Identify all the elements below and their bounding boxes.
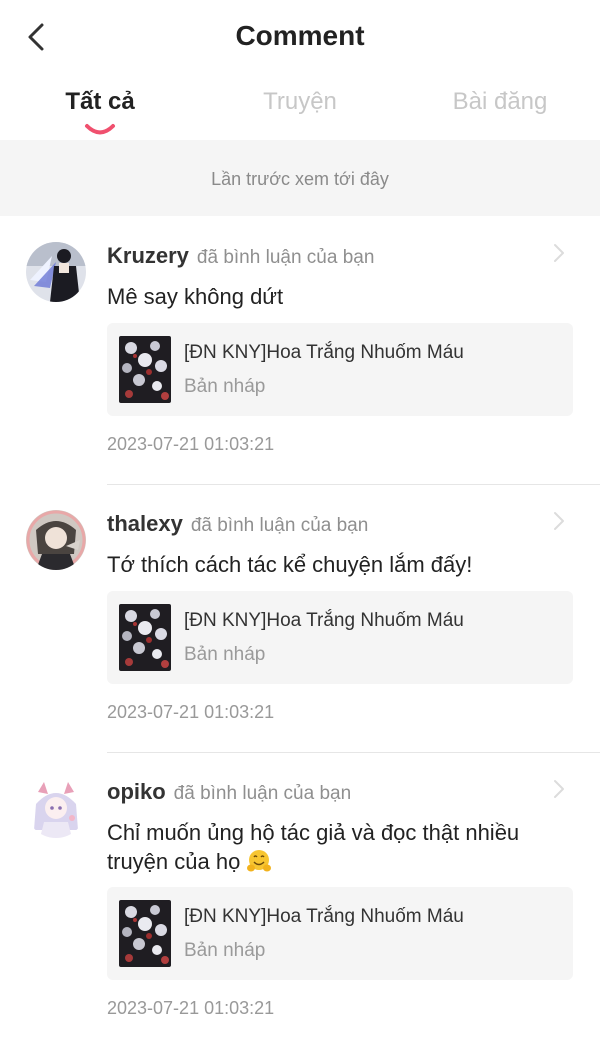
story-card[interactable]: [ĐN KNY]Hoa Trắng Nhuốm Máu Bản nháp bbox=[107, 591, 573, 684]
tab-all[interactable]: Tất cả bbox=[0, 88, 200, 116]
story-cover-image bbox=[119, 900, 171, 967]
comment-text: Chỉ muốn ủng hộ tác giả và đọc thật nhiề… bbox=[107, 820, 520, 874]
story-title: [ĐN KNY]Hoa Trắng Nhuốm Máu bbox=[184, 342, 464, 363]
story-cover bbox=[119, 336, 171, 403]
action-text: đã bình luận của bạn bbox=[173, 783, 352, 804]
top-bar: Comment bbox=[0, 0, 600, 76]
action-text: đã bình luận của bạn bbox=[190, 515, 369, 536]
username[interactable]: thalexy bbox=[107, 511, 183, 536]
story-status: Bản nháp bbox=[184, 376, 266, 397]
action-text: đã bình luận của bạn bbox=[196, 247, 375, 268]
story-cover bbox=[119, 900, 171, 967]
username[interactable]: opiko bbox=[107, 779, 166, 804]
story-cover bbox=[119, 604, 171, 671]
chevron-right-icon[interactable] bbox=[552, 510, 566, 532]
avatar-image bbox=[26, 778, 86, 838]
tab-stories[interactable]: Truyện bbox=[200, 88, 400, 116]
story-card[interactable]: [ĐN KNY]Hoa Trắng Nhuốm Máu Bản nháp bbox=[107, 323, 573, 416]
comment-text: Tớ thích cách tác kể chuyện lắm đấy! bbox=[107, 552, 473, 577]
timestamp: 2023-07-21 01:03:21 bbox=[107, 998, 275, 1018]
chevron-right-icon[interactable] bbox=[552, 778, 566, 800]
tab-bar: Tất cả Truyện Bài đăng bbox=[0, 78, 600, 140]
timestamp: 2023-07-21 01:03:21 bbox=[107, 702, 275, 722]
story-title: [ĐN KNY]Hoa Trắng Nhuốm Máu bbox=[184, 610, 464, 631]
avatar-image bbox=[26, 510, 86, 570]
comment-body: Chỉ muốn ủng hộ tác giả và đọc thật nhiề… bbox=[107, 818, 567, 876]
comment-header: Kruzery đã bình luận của bạn bbox=[107, 243, 374, 269]
story-cover-image bbox=[119, 604, 171, 671]
avatar[interactable] bbox=[26, 242, 86, 302]
avatar-image bbox=[26, 242, 86, 302]
username[interactable]: Kruzery bbox=[107, 243, 189, 268]
tab-posts[interactable]: Bài đăng bbox=[400, 88, 600, 116]
timestamp: 2023-07-21 01:03:21 bbox=[107, 434, 275, 454]
active-tab-indicator bbox=[85, 124, 115, 135]
story-cover-image bbox=[119, 336, 171, 403]
chevron-right-icon[interactable] bbox=[552, 242, 566, 264]
story-status: Bản nháp bbox=[184, 644, 266, 665]
last-seen-label: Lần trước xem tới đây bbox=[211, 169, 389, 189]
story-status: Bản nháp bbox=[184, 940, 266, 961]
page-title: Comment bbox=[235, 20, 365, 51]
story-title: [ĐN KNY]Hoa Trắng Nhuốm Máu bbox=[184, 906, 464, 927]
avatar[interactable] bbox=[26, 778, 86, 838]
story-card[interactable]: [ĐN KNY]Hoa Trắng Nhuốm Máu Bản nháp bbox=[107, 887, 573, 980]
avatar[interactable] bbox=[26, 510, 86, 570]
item-divider bbox=[107, 752, 600, 753]
item-divider bbox=[107, 484, 600, 485]
last-seen-divider: Lần trước xem tới đây bbox=[0, 140, 600, 216]
hugging-face-emoji-icon bbox=[247, 850, 272, 872]
comment-header: thalexy đã bình luận của bạn bbox=[107, 511, 368, 537]
comment-text: Mê say không dứt bbox=[107, 284, 284, 309]
comment-header: opiko đã bình luận của bạn bbox=[107, 779, 351, 805]
